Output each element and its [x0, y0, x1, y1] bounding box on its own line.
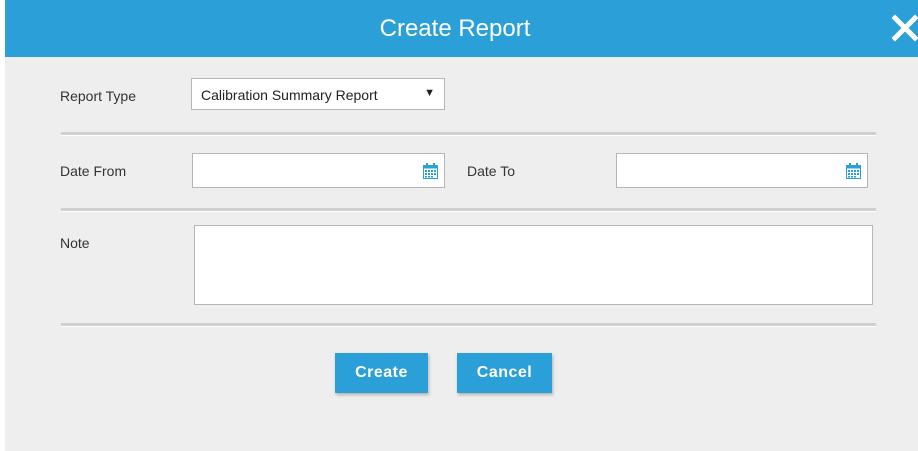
dropdown-arrow-icon: ▼ — [424, 87, 435, 99]
note-label: Note — [60, 235, 90, 251]
report-type-select[interactable]: Calibration Summary Report ▼ — [191, 78, 445, 110]
create-button[interactable]: Create — [335, 353, 428, 393]
report-type-value: Calibration Summary Report — [201, 87, 378, 103]
section-divider — [61, 208, 876, 212]
close-icon[interactable] — [892, 14, 918, 42]
cancel-button[interactable]: Cancel — [457, 353, 552, 393]
date-to-input[interactable] — [616, 153, 868, 188]
dialog-titlebar: Create Report — [5, 0, 918, 57]
date-from-label: Date From — [60, 163, 127, 179]
calendar-icon[interactable] — [846, 163, 861, 179]
section-divider — [61, 132, 876, 136]
date-to-label: Date To — [467, 163, 515, 179]
date-from-input[interactable] — [192, 153, 445, 188]
dialog-title: Create Report — [379, 15, 531, 42]
create-report-dialog: Create Report Report Type Calibration Su… — [5, 0, 918, 451]
note-textarea[interactable] — [194, 225, 873, 305]
calendar-icon[interactable] — [423, 163, 438, 179]
report-type-label: Report Type — [60, 88, 137, 104]
section-divider — [61, 323, 876, 327]
